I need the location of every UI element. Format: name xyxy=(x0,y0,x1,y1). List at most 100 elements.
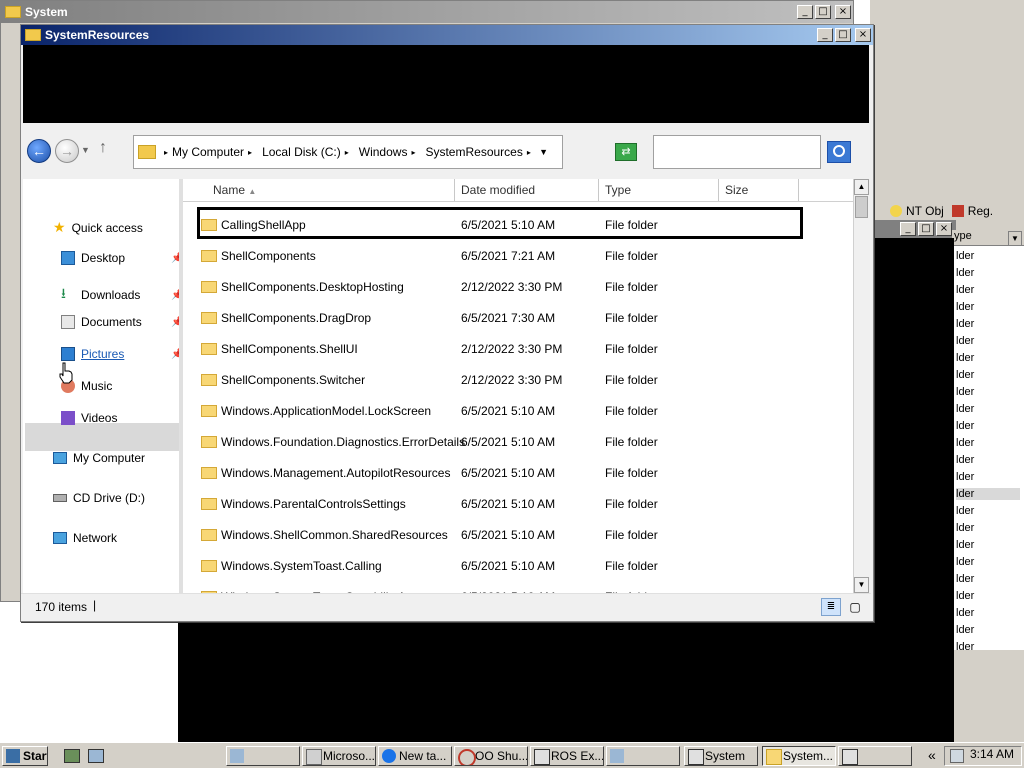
chevron-down-icon[interactable]: ▼ xyxy=(1008,231,1022,246)
system-window-titlebar[interactable]: System xyxy=(1,1,853,23)
start-button[interactable]: Start xyxy=(2,746,48,766)
sidebar-item-quick-access[interactable]: ★ Quick access xyxy=(53,219,143,236)
file-row[interactable]: ShellComponents.DragDrop 6/5/2021 7:30 AM… xyxy=(183,303,853,334)
close-button[interactable]: × xyxy=(835,5,851,19)
background-row[interactable]: lder xyxy=(956,386,974,398)
search-icon[interactable] xyxy=(827,141,851,163)
refresh-button[interactable]: ⇄ xyxy=(615,143,637,161)
file-row[interactable]: Windows.Foundation.Diagnostics.ErrorDeta… xyxy=(183,427,853,458)
background-row[interactable]: lder xyxy=(956,250,974,262)
file-row[interactable]: Windows.ParentalControlsSettings 6/5/2021… xyxy=(183,489,853,520)
sidebar-item-documents[interactable]: Documents 📌 xyxy=(61,315,183,329)
background-row[interactable]: lder xyxy=(956,488,1020,500)
address-dropdown-icon[interactable]: ▼ xyxy=(539,147,548,157)
background-row[interactable]: lder xyxy=(956,318,974,330)
minimize-button[interactable]: _ xyxy=(797,5,813,19)
taskbar-button-microsoft[interactable]: Microso... xyxy=(302,746,376,766)
chevron-right-icon[interactable]: ▸ xyxy=(345,148,349,157)
minimize-button[interactable]: _ xyxy=(900,222,916,236)
file-row[interactable]: ShellComponents 6/5/2021 7:21 AM File fold… xyxy=(183,241,853,272)
vertical-scrollbar[interactable]: ▲ ▼ xyxy=(853,179,869,593)
back-button[interactable]: ← xyxy=(27,139,51,163)
forward-button[interactable]: → xyxy=(55,139,79,163)
scroll-down-icon[interactable]: ▼ xyxy=(854,577,869,593)
details-view-icon[interactable]: ≣ xyxy=(821,598,841,616)
address-bar[interactable]: ▸ My Computer ▸ Local Disk (C:) ▸ Windows ▸… xyxy=(133,135,563,169)
scroll-thumb[interactable] xyxy=(855,196,868,218)
background-row[interactable]: lder xyxy=(956,335,974,347)
explorer-quicklaunch-icon[interactable] xyxy=(88,749,104,763)
maximize-button[interactable]: □ xyxy=(815,5,831,19)
toolbar-nt-obj[interactable]: NT Obj xyxy=(906,204,944,218)
background-row[interactable]: lder xyxy=(956,437,974,449)
file-row[interactable]: Windows.SystemToast.Calling 6/5/2021 5:10… xyxy=(183,551,853,582)
file-row[interactable]: Windows.Management.AutopilotResources 6/5… xyxy=(183,458,853,489)
background-row[interactable]: lder xyxy=(956,352,974,364)
show-desktop-icon[interactable] xyxy=(64,749,80,763)
chevron-right-icon[interactable]: ▸ xyxy=(527,148,531,157)
background-row[interactable]: lder xyxy=(956,284,974,296)
search-input[interactable] xyxy=(653,135,821,169)
sidebar-item-network[interactable]: Network xyxy=(53,531,117,545)
sidebar-item-my-computer[interactable]: My Computer xyxy=(53,451,145,465)
background-row[interactable]: lder xyxy=(956,403,974,415)
breadcrumb-my-computer[interactable]: My Computer ▸ xyxy=(172,145,252,159)
background-row[interactable]: lder xyxy=(956,505,974,517)
maximize-button[interactable]: □ xyxy=(918,222,934,236)
taskbar-button-systemresources[interactable]: System... xyxy=(762,746,836,766)
chevron-right-icon[interactable]: ▸ xyxy=(248,148,252,157)
file-row[interactable]: Windows.ApplicationModel.LockScreen 6/5/2… xyxy=(183,396,853,427)
file-row[interactable]: Windows.SystemToast.CapabilityAccess 6/5/… xyxy=(183,582,853,593)
scroll-up-icon[interactable]: ▲ xyxy=(854,179,869,195)
file-row[interactable]: ShellComponents.Switcher 2/12/2022 3:30 P… xyxy=(183,365,853,396)
background-row[interactable]: lder xyxy=(956,539,974,551)
background-row[interactable]: lder xyxy=(956,420,974,432)
sidebar-item-desktop[interactable]: Desktop 📌 xyxy=(61,251,183,265)
taskbar-button-new-tab[interactable]: New ta... xyxy=(378,746,452,766)
background-row[interactable]: lder xyxy=(956,641,974,653)
column-header-size[interactable]: Size xyxy=(719,179,799,201)
minimize-button[interactable]: _ xyxy=(817,28,833,42)
background-row[interactable]: lder xyxy=(956,522,974,534)
tray-expand-icon[interactable]: « xyxy=(928,747,936,763)
breadcrumb-windows[interactable]: Windows ▸ xyxy=(359,145,416,159)
background-row[interactable]: lder xyxy=(956,573,974,585)
background-row[interactable]: lder xyxy=(956,454,974,466)
column-header-date[interactable]: Date modified xyxy=(455,179,599,201)
background-row[interactable]: lder xyxy=(956,471,974,483)
file-row[interactable]: Windows.ShellCommon.SharedResources 6/5/2… xyxy=(183,520,853,551)
close-button[interactable]: × xyxy=(936,222,952,236)
file-row[interactable]: ShellComponents.ShellUI 2/12/2022 3:30 PM… xyxy=(183,334,853,365)
taskbar-button-blank[interactable] xyxy=(226,746,300,766)
taskbar-button-blank-2[interactable] xyxy=(606,746,680,766)
toolbar-reg[interactable]: Reg. xyxy=(968,204,993,218)
large-icons-view-icon[interactable]: ▢ xyxy=(845,598,865,616)
maximize-button[interactable]: □ xyxy=(835,28,851,42)
column-header-type[interactable]: Type xyxy=(599,179,719,201)
close-button[interactable]: × xyxy=(855,28,871,42)
breadcrumb-chevron-icon[interactable]: ▸ xyxy=(164,148,168,157)
background-column-header[interactable]: ype ▼ xyxy=(952,230,1024,246)
background-row[interactable]: lder xyxy=(956,556,974,568)
recent-locations-chevron-icon[interactable]: ▼ xyxy=(81,145,90,155)
background-row[interactable]: lder xyxy=(956,624,974,636)
up-arrow-icon[interactable]: ↑ xyxy=(99,139,107,157)
sidebar-item-pictures[interactable]: Pictures 📌 xyxy=(61,347,183,361)
background-row[interactable]: lder xyxy=(956,590,974,602)
taskbar-button-oo-shutup[interactable]: OO Shu... xyxy=(454,746,528,766)
sidebar-item-downloads[interactable]: ⭳ Downloads 📌 xyxy=(61,283,183,307)
sidebar-item-videos[interactable]: Videos xyxy=(61,411,117,425)
breadcrumb-systemresources[interactable]: SystemResources ▸ xyxy=(425,145,530,159)
taskbar-button-system[interactable]: System xyxy=(684,746,758,766)
background-row[interactable]: lder xyxy=(956,607,974,619)
taskbar-button-ros-explorer[interactable]: ROS Ex... xyxy=(530,746,604,766)
background-row[interactable]: lder xyxy=(956,301,974,313)
network-tray-icon[interactable] xyxy=(950,749,964,763)
sidebar-item-cd-drive[interactable]: CD Drive (D:) xyxy=(53,491,145,505)
background-row[interactable]: lder xyxy=(956,369,974,381)
background-row[interactable]: lder xyxy=(956,267,974,279)
taskbar-button-blank-3[interactable] xyxy=(838,746,912,766)
column-header-name[interactable]: Name ▲ xyxy=(183,179,455,201)
breadcrumb-local-disk[interactable]: Local Disk (C:) ▸ xyxy=(262,145,349,159)
file-row[interactable]: ShellComponents.DesktopHosting 2/12/2022 … xyxy=(183,272,853,303)
